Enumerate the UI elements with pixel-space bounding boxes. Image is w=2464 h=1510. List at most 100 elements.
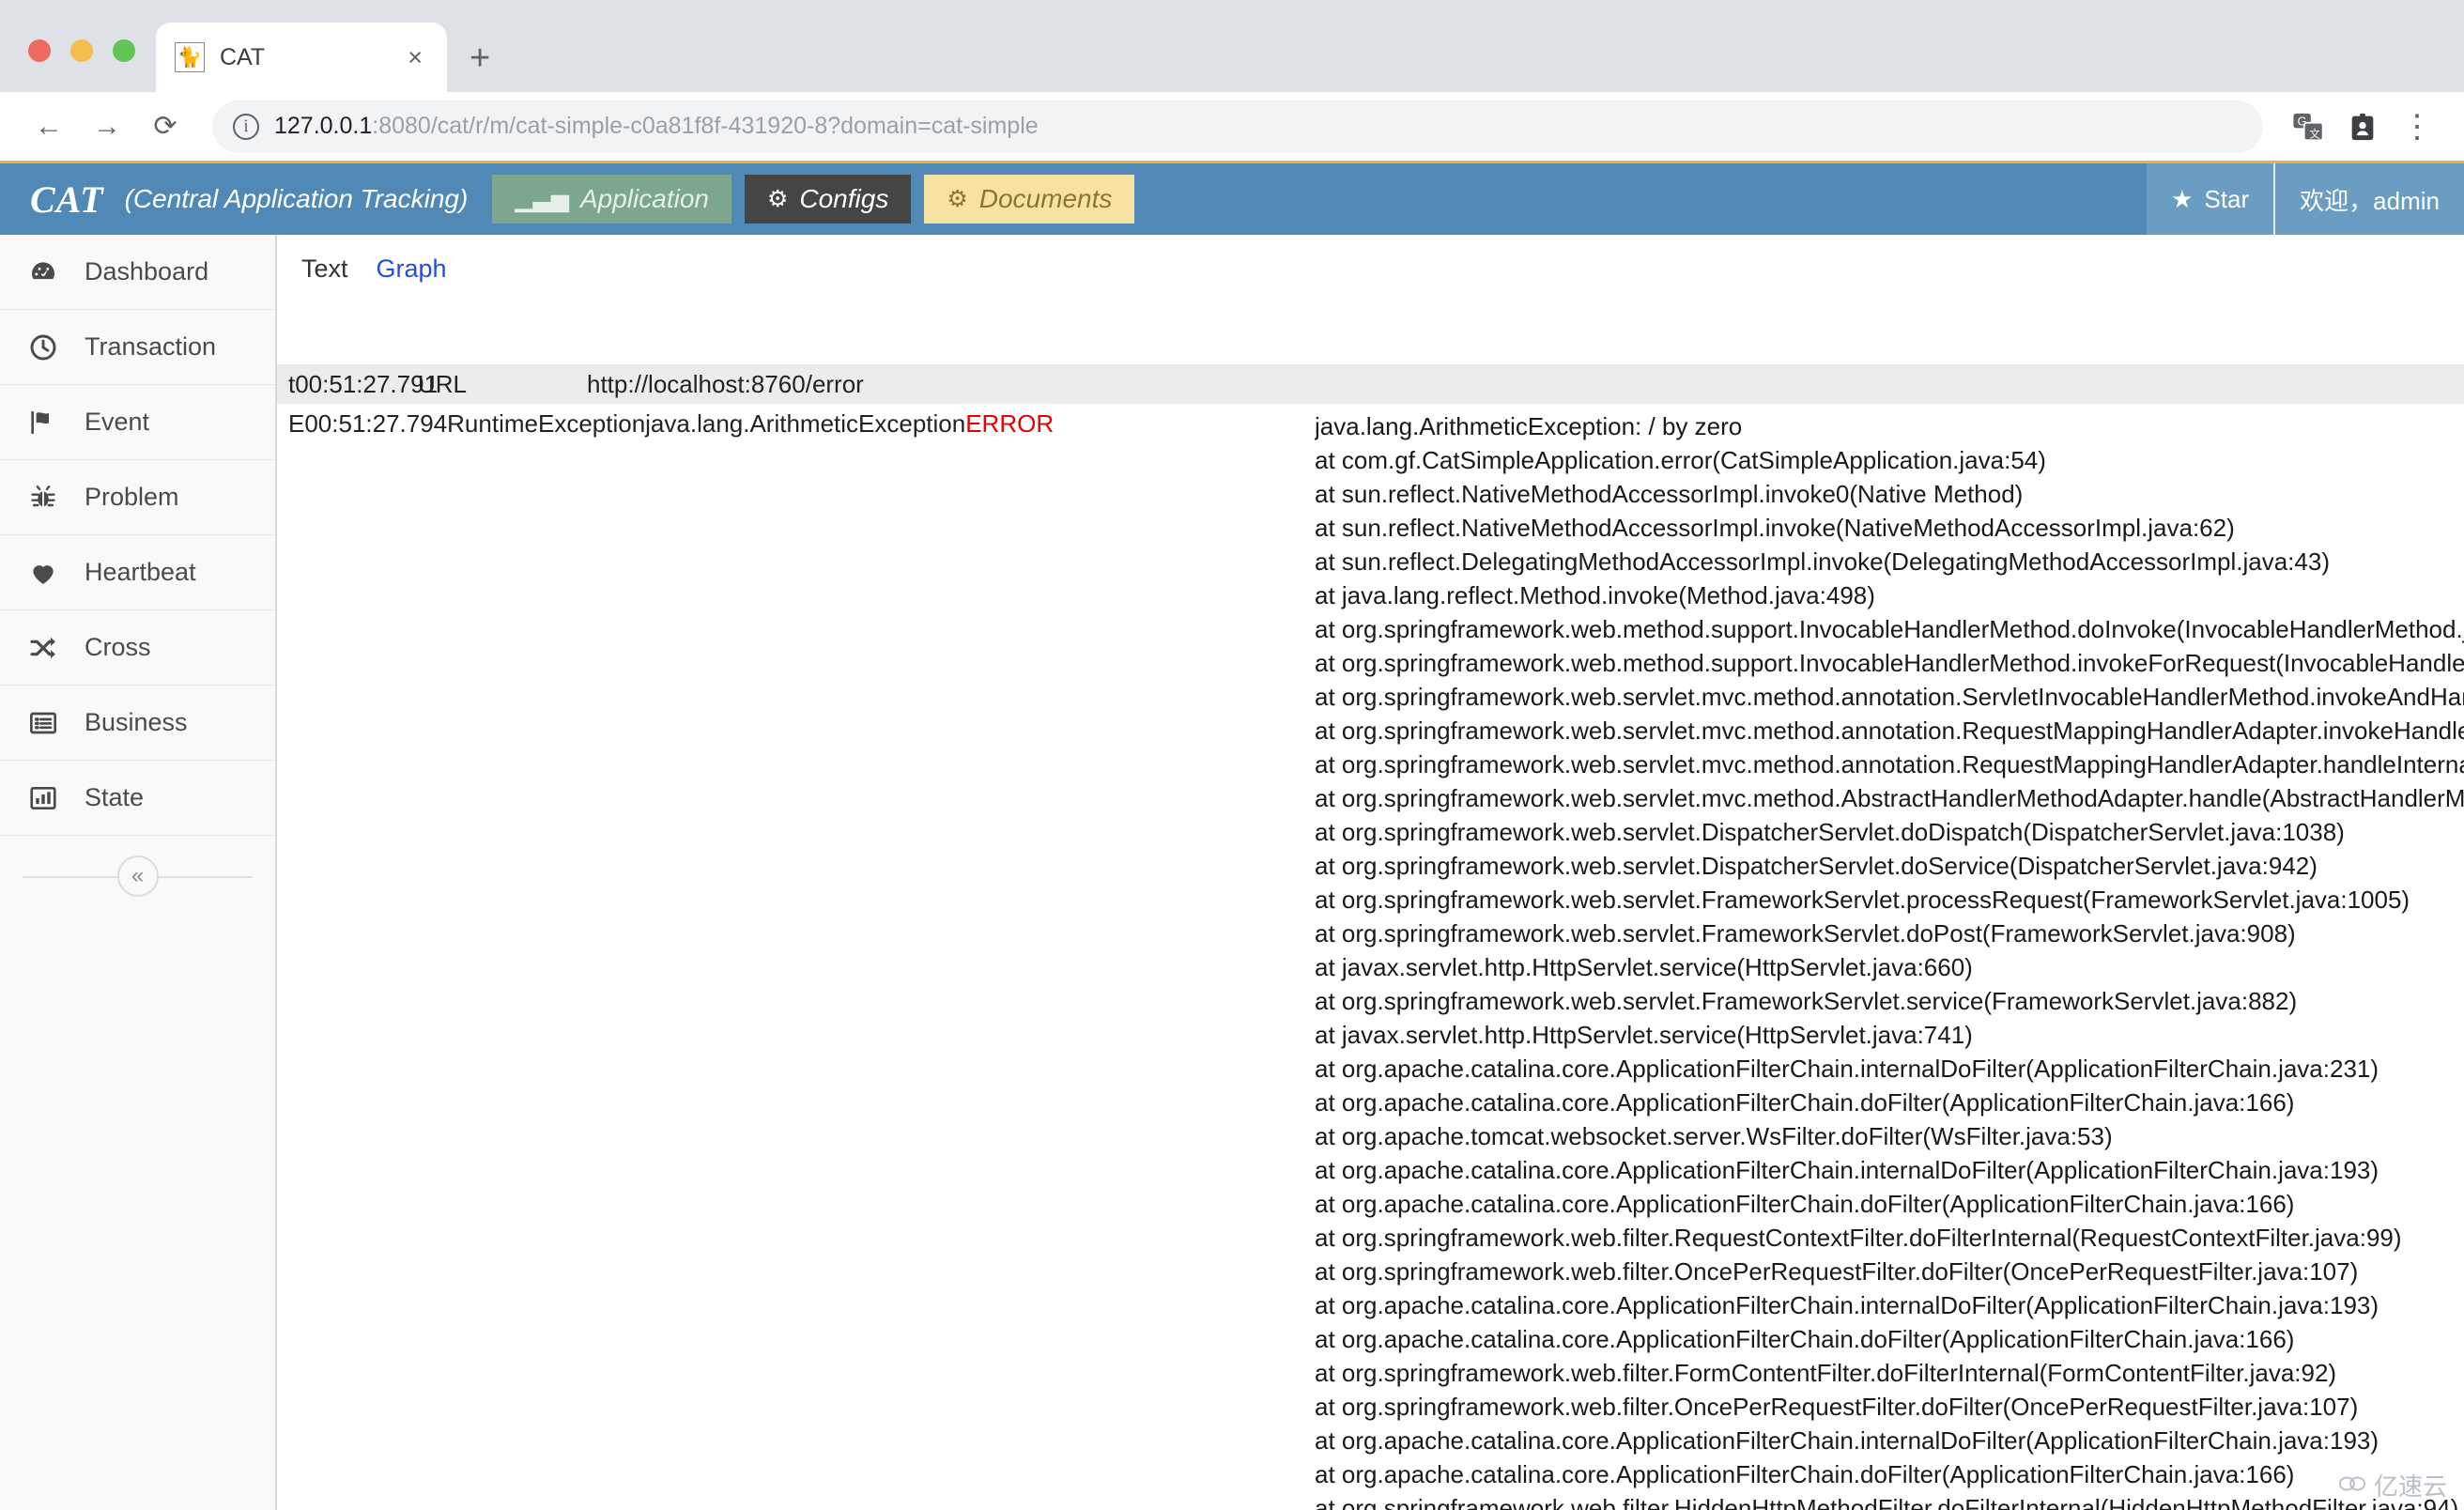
stacktrace-line: at javax.servlet.http.HttpServlet.servic… [1315, 953, 1973, 981]
sidebar: Dashboard Transaction Event Problem Hear… [0, 235, 277, 1510]
nav-documents-button[interactable]: ⚙ Documents [924, 175, 1135, 223]
sidebar-label: Heartbeat [85, 558, 196, 586]
gears-icon: ⚙ [947, 186, 968, 212]
stacktrace-line: at org.springframework.web.filter.OncePe… [1315, 1257, 2359, 1286]
stacktrace-line: at com.gf.CatSimpleApplication.error(Cat… [1315, 446, 2046, 474]
nav-configs-label: Configs [799, 184, 889, 213]
nav-configs-button[interactable]: ⚙ Configs [744, 175, 912, 223]
sidebar-label: Dashboard [85, 257, 209, 285]
stacktrace-line: at org.springframework.web.servlet.Frame… [1315, 886, 2410, 914]
url-row-timestamp: t00:51:27.791 [288, 369, 439, 398]
site-info-icon[interactable]: i [233, 113, 259, 140]
stacktrace-line: at org.apache.catalina.core.ApplicationF… [1315, 1190, 2295, 1218]
browser-menu-icon[interactable]: ⋮ [2393, 102, 2441, 151]
back-icon[interactable]: ← [23, 100, 75, 153]
cat-logo[interactable]: CAT [0, 177, 104, 222]
sidebar-label: Cross [85, 633, 151, 661]
stacktrace-line: at org.springframework.web.servlet.Frame… [1315, 919, 2296, 948]
sidebar-item-state[interactable]: State [0, 761, 275, 836]
stacktrace-line: at org.springframework.web.servlet.mvc.m… [1315, 784, 2464, 812]
stacktrace-line: at org.springframework.web.servlet.mvc.m… [1315, 716, 2464, 745]
sidebar-item-cross[interactable]: Cross [0, 610, 275, 686]
browser-tab[interactable]: 🐈 CAT × [156, 23, 447, 92]
stacktrace-line: at org.springframework.web.servlet.mvc.m… [1315, 750, 2464, 778]
window-traffic-lights [21, 39, 156, 92]
maximize-window-button[interactable] [113, 39, 135, 62]
nav-application-label: Application [579, 184, 709, 213]
new-tab-icon[interactable]: + [470, 39, 490, 79]
close-tab-icon[interactable]: × [402, 43, 428, 72]
browser-toolbar: ← → ⟳ i 127.0.0.1:8080/cat/r/m/cat-simpl… [0, 92, 2464, 163]
stacktrace-line: at org.apache.catalina.core.ApplicationF… [1315, 1426, 2379, 1455]
collapse-sidebar-icon[interactable]: « [116, 855, 159, 897]
stacktrace-line: at org.apache.catalina.core.ApplicationF… [1315, 1460, 2295, 1488]
address-bar[interactable]: i 127.0.0.1:8080/cat/r/m/cat-simple-c0a8… [212, 100, 2263, 153]
stacktrace-line: at org.springframework.web.servlet.Frame… [1315, 987, 2298, 1015]
sidebar-item-event[interactable]: Event [0, 385, 275, 460]
stacktrace-line: at org.springframework.web.filter.Reques… [1315, 1224, 2402, 1252]
view-tabs: Text Graph [277, 235, 2464, 302]
reload-icon[interactable]: ⟳ [139, 100, 192, 153]
url-row-label: URL [418, 369, 468, 398]
stacktrace-line: at org.apache.catalina.core.ApplicationF… [1315, 1156, 2379, 1184]
forward-icon[interactable]: → [81, 100, 133, 153]
stacktrace-line: at sun.reflect.DelegatingMethodAccessorI… [1315, 547, 2330, 576]
sidebar-collapse-row: « [0, 836, 275, 917]
profile-icon[interactable] [2338, 102, 2387, 151]
stacktrace-line: at org.apache.catalina.core.ApplicationF… [1315, 1291, 2379, 1319]
bug-icon [26, 483, 60, 513]
translate-icon[interactable]: G 文 [2284, 102, 2333, 151]
nav-documents-label: Documents [978, 184, 1113, 213]
dashboard-gauge-icon [26, 257, 60, 287]
close-window-button[interactable] [28, 39, 51, 62]
stacktrace-line: at org.springframework.web.method.suppor… [1315, 615, 2464, 643]
bar-chart-icon: ▁▃▅ [515, 186, 569, 212]
sidebar-item-business[interactable]: Business [0, 686, 275, 761]
stacktrace-line: at org.springframework.web.servlet.mvc.m… [1315, 683, 2464, 711]
stacktrace-line: at java.lang.reflect.Method.invoke(Metho… [1315, 581, 1875, 609]
error-row-summary: E00:51:27.794RuntimeExceptionjava.lang.A… [277, 409, 1315, 439]
stacktrace-line: at sun.reflect.NativeMethodAccessorImpl.… [1315, 480, 2024, 508]
error-exception: java.lang.ArithmeticException [645, 409, 966, 438]
stacktrace-line: at org.apache.catalina.core.ApplicationF… [1315, 1055, 2379, 1083]
sidebar-label: Problem [85, 483, 179, 511]
user-welcome[interactable]: 欢迎，admin [2273, 163, 2464, 235]
star-label: Star [2204, 184, 2250, 213]
stacktrace-line: at org.springframework.web.filter.FormCo… [1315, 1359, 2337, 1387]
list-icon [26, 708, 60, 738]
sidebar-label: Business [85, 708, 188, 736]
browser-window: 🐈 CAT × + ← → ⟳ i 127.0.0.1:8080/cat/r/m… [0, 0, 2464, 1510]
tab-graph[interactable]: Graph [377, 254, 447, 284]
stacktrace-line: at org.springframework.web.method.suppor… [1315, 649, 2464, 677]
sidebar-label: Transaction [85, 332, 217, 361]
sidebar-item-problem[interactable]: Problem [0, 460, 275, 535]
main-content: Text Graph t00:51:27.791 URL http://loca… [277, 235, 2464, 1510]
stacktrace-line: at org.apache.catalina.core.ApplicationF… [1315, 1088, 2295, 1117]
stacktrace-line: at org.springframework.web.filter.OncePe… [1315, 1393, 2359, 1421]
shuffle-icon [26, 633, 60, 663]
stacktrace-line: java.lang.ArithmeticException: / by zero [1315, 412, 1743, 440]
minimize-window-button[interactable] [70, 39, 93, 62]
stacktrace-line: at sun.reflect.NativeMethodAccessorImpl.… [1315, 514, 2235, 542]
nav-application-button[interactable]: ▁▃▅ Application [492, 175, 732, 223]
table-row-error: E00:51:27.794RuntimeExceptionjava.lang.A… [277, 404, 2464, 1510]
sidebar-item-heartbeat[interactable]: Heartbeat [0, 535, 275, 610]
status-badge: ERROR [965, 409, 1055, 438]
tab-text[interactable]: Text [301, 254, 348, 284]
address-bar-url: 127.0.0.1:8080/cat/r/m/cat-simple-c0a81f… [274, 113, 1039, 140]
browser-tabstrip: 🐈 CAT × + [0, 0, 2464, 92]
stacktrace-line: at org.springframework.web.filter.Hidden… [1315, 1494, 2459, 1510]
bar-chart-icon [26, 783, 60, 813]
message-table: t00:51:27.791 URL http://localhost:8760/… [277, 364, 2464, 1510]
heart-icon [26, 558, 60, 588]
sidebar-item-dashboard[interactable]: Dashboard [0, 235, 275, 310]
cat-navbar-right: ★ Star 欢迎，admin [2147, 163, 2464, 235]
stacktrace-line: at org.apache.catalina.core.ApplicationF… [1315, 1325, 2295, 1353]
url-host: 127.0.0.1 [274, 113, 373, 139]
sidebar-item-transaction[interactable]: Transaction [0, 310, 275, 385]
star-button[interactable]: ★ Star [2147, 163, 2274, 235]
cat-navbar: CAT (Central Application Tracking) ▁▃▅ A… [0, 163, 2464, 235]
tab-title: CAT [220, 43, 266, 70]
sidebar-label: Event [85, 408, 150, 436]
cat-application: CAT (Central Application Tracking) ▁▃▅ A… [0, 163, 2464, 1510]
